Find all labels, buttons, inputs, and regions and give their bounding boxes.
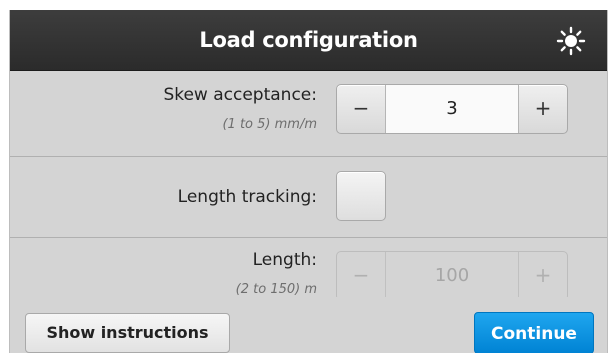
skew-acceptance-row: Skew acceptance: (1 to 5) mm/m − 3 + bbox=[10, 71, 607, 157]
skew-increment-button[interactable]: + bbox=[519, 85, 567, 133]
length-label: Length: bbox=[252, 250, 317, 270]
load-configuration-dialog: Load configuration Skew acceptance: (1 t… bbox=[9, 10, 608, 353]
skew-acceptance-value[interactable]: 3 bbox=[385, 85, 519, 133]
skew-acceptance-range-hint: (1 to 5) mm/m bbox=[222, 117, 317, 132]
length-tracking-label: Length tracking: bbox=[177, 187, 317, 207]
title-bar: Load configuration bbox=[10, 10, 607, 71]
length-value[interactable]: 100 bbox=[385, 252, 519, 300]
sun-brightness-icon[interactable] bbox=[556, 26, 586, 56]
length-range-hint: (2 to 150) m bbox=[235, 282, 317, 297]
skew-acceptance-stepper: − 3 + bbox=[336, 84, 568, 134]
continue-button[interactable]: Continue bbox=[474, 312, 594, 353]
skew-decrement-button[interactable]: − bbox=[337, 85, 385, 133]
length-row: Length: (2 to 150) m − 100 + bbox=[10, 238, 607, 301]
length-tracking-row: Length tracking: bbox=[10, 157, 607, 238]
skew-acceptance-label: Skew acceptance: bbox=[163, 85, 317, 105]
dialog-footer: Show instructions Continue bbox=[10, 297, 607, 353]
show-instructions-button[interactable]: Show instructions bbox=[25, 313, 230, 353]
length-tracking-checkbox[interactable] bbox=[336, 171, 386, 221]
length-stepper: − 100 + bbox=[336, 251, 568, 301]
length-increment-button[interactable]: + bbox=[519, 252, 567, 300]
length-decrement-button[interactable]: − bbox=[337, 252, 385, 300]
dialog-title: Load configuration bbox=[199, 28, 418, 52]
